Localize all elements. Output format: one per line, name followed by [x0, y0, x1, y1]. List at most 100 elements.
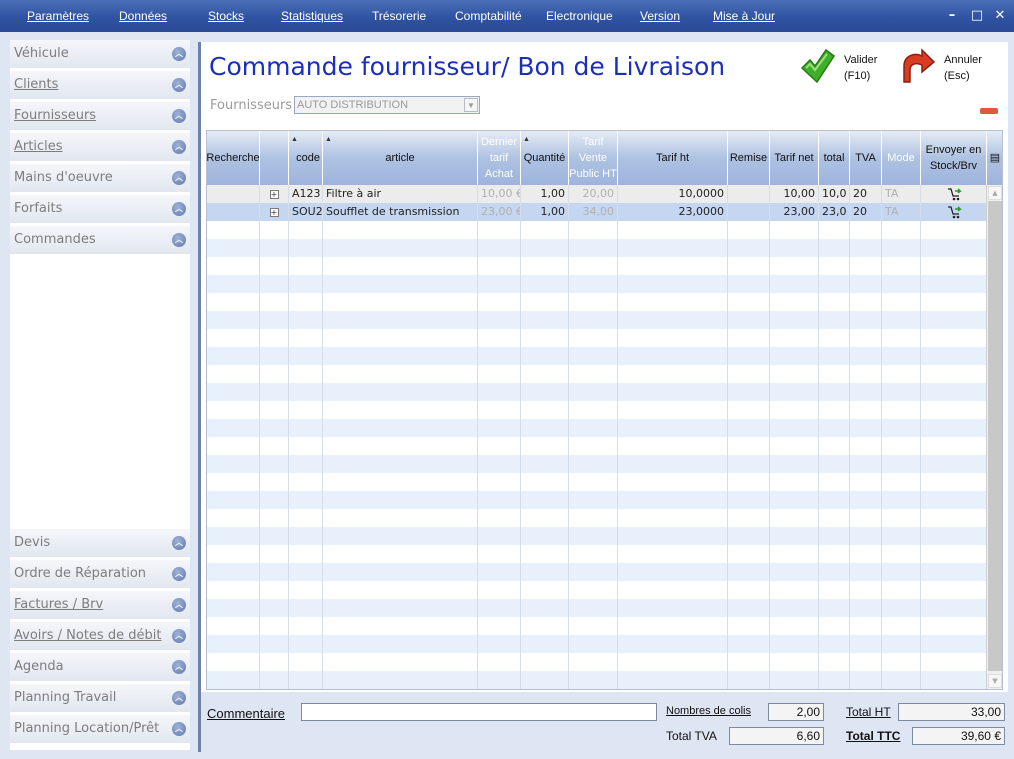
empty-row[interactable]: [207, 383, 987, 401]
cell-recherche[interactable]: [207, 509, 260, 527]
cell-send[interactable]: [921, 239, 987, 257]
cell-remise[interactable]: [728, 599, 770, 617]
cell-tarifnet[interactable]: [770, 653, 819, 671]
cell-article[interactable]: [323, 509, 478, 527]
cell-dernier[interactable]: [478, 653, 521, 671]
cell-tarifht[interactable]: [618, 437, 728, 455]
cell-tarifvente[interactable]: [569, 401, 618, 419]
empty-row[interactable]: [207, 293, 987, 311]
cell-article[interactable]: [323, 581, 478, 599]
cell-remise[interactable]: [728, 293, 770, 311]
cell-plus[interactable]: [260, 635, 289, 653]
cell-remise[interactable]: [728, 347, 770, 365]
cell-article[interactable]: [323, 455, 478, 473]
col-tarif-ht[interactable]: Tarif ht: [618, 131, 728, 185]
sidebar-item-agenda[interactable]: Agenda ︿: [10, 653, 190, 682]
cell-article[interactable]: [323, 599, 478, 617]
cell-total[interactable]: [819, 563, 850, 581]
cell-total[interactable]: [819, 419, 850, 437]
cell-quantite[interactable]: [521, 653, 569, 671]
cell-tarifht[interactable]: 10,0000: [618, 185, 728, 203]
cell-send[interactable]: [921, 563, 987, 581]
cell-tarifvente[interactable]: [569, 599, 618, 617]
cell-mode[interactable]: [882, 617, 921, 635]
cell-mode[interactable]: [882, 419, 921, 437]
chevron-up-icon[interactable]: ︿: [172, 536, 186, 550]
cell-plus[interactable]: [260, 509, 289, 527]
cell-tva[interactable]: [850, 293, 882, 311]
cell-code[interactable]: [289, 653, 323, 671]
cell-dernier[interactable]: [478, 617, 521, 635]
cell-article[interactable]: [323, 563, 478, 581]
cell-tva[interactable]: [850, 653, 882, 671]
chevron-down-icon[interactable]: ▼: [464, 98, 478, 112]
cell-quantite[interactable]: [521, 365, 569, 383]
cell-tarifnet[interactable]: [770, 671, 819, 689]
cell-plus[interactable]: [260, 257, 289, 275]
cell-dernier[interactable]: [478, 527, 521, 545]
col-mode[interactable]: Mode: [882, 131, 921, 185]
cell-tarifnet[interactable]: [770, 401, 819, 419]
cell-remise[interactable]: [728, 401, 770, 419]
col-blank[interactable]: [260, 131, 289, 185]
cell-tva[interactable]: 20: [850, 185, 882, 203]
cell-plus[interactable]: [260, 383, 289, 401]
chevron-up-icon[interactable]: ︿: [172, 598, 186, 612]
cell-remise[interactable]: [728, 581, 770, 599]
cell-total[interactable]: [819, 365, 850, 383]
cell-quantite[interactable]: [521, 329, 569, 347]
cell-tarifvente[interactable]: [569, 581, 618, 599]
cell-tarifvente[interactable]: [569, 527, 618, 545]
col-total[interactable]: total: [819, 131, 850, 185]
cell-send[interactable]: [921, 419, 987, 437]
cell-dernier[interactable]: [478, 635, 521, 653]
send-to-stock-icon[interactable]: [946, 186, 962, 202]
cell-dernier[interactable]: [478, 275, 521, 293]
cell-recherche[interactable]: [207, 329, 260, 347]
cell-total[interactable]: [819, 635, 850, 653]
menu-version[interactable]: Version: [640, 9, 680, 23]
cell-article[interactable]: [323, 257, 478, 275]
cell-article[interactable]: [323, 383, 478, 401]
cell-plus[interactable]: +: [260, 185, 289, 203]
cell-article[interactable]: [323, 545, 478, 563]
cell-total[interactable]: [819, 329, 850, 347]
cell-article[interactable]: [323, 347, 478, 365]
cell-mode[interactable]: TA: [882, 185, 921, 203]
cell-dernier[interactable]: [478, 293, 521, 311]
empty-row[interactable]: [207, 275, 987, 293]
cell-code[interactable]: [289, 581, 323, 599]
cell-tarifvente[interactable]: [569, 437, 618, 455]
cell-remise[interactable]: [728, 509, 770, 527]
cell-quantite[interactable]: [521, 599, 569, 617]
cell-send[interactable]: [921, 545, 987, 563]
cell-code[interactable]: [289, 473, 323, 491]
cell-dernier[interactable]: [478, 257, 521, 275]
cell-tva[interactable]: [850, 473, 882, 491]
cell-article[interactable]: [323, 491, 478, 509]
cell-recherche[interactable]: [207, 437, 260, 455]
cell-recherche[interactable]: [207, 419, 260, 437]
chevron-up-icon[interactable]: ︿: [172, 202, 186, 216]
cell-tva[interactable]: [850, 401, 882, 419]
cell-dernier[interactable]: [478, 419, 521, 437]
cell-total[interactable]: [819, 401, 850, 419]
menu-donnees[interactable]: Données: [119, 9, 167, 23]
cell-tarifvente[interactable]: 34,00: [569, 203, 618, 221]
fournisseur-select[interactable]: AUTO DISTRIBUTION ▼: [294, 96, 480, 114]
cell-tarifnet[interactable]: [770, 635, 819, 653]
chevron-up-icon[interactable]: ︿: [172, 109, 186, 123]
expand-icon[interactable]: +: [269, 190, 279, 199]
scroll-thumb[interactable]: [988, 201, 1002, 671]
cell-plus[interactable]: [260, 617, 289, 635]
cell-mode[interactable]: [882, 329, 921, 347]
minimize-icon[interactable]: –: [944, 8, 960, 24]
cell-plus[interactable]: [260, 527, 289, 545]
cell-tarifnet[interactable]: [770, 347, 819, 365]
chevron-up-icon[interactable]: ︿: [172, 78, 186, 92]
cell-total[interactable]: [819, 455, 850, 473]
empty-row[interactable]: [207, 455, 987, 473]
cell-recherche[interactable]: [207, 563, 260, 581]
cell-tarifvente[interactable]: [569, 347, 618, 365]
cell-recherche[interactable]: [207, 635, 260, 653]
